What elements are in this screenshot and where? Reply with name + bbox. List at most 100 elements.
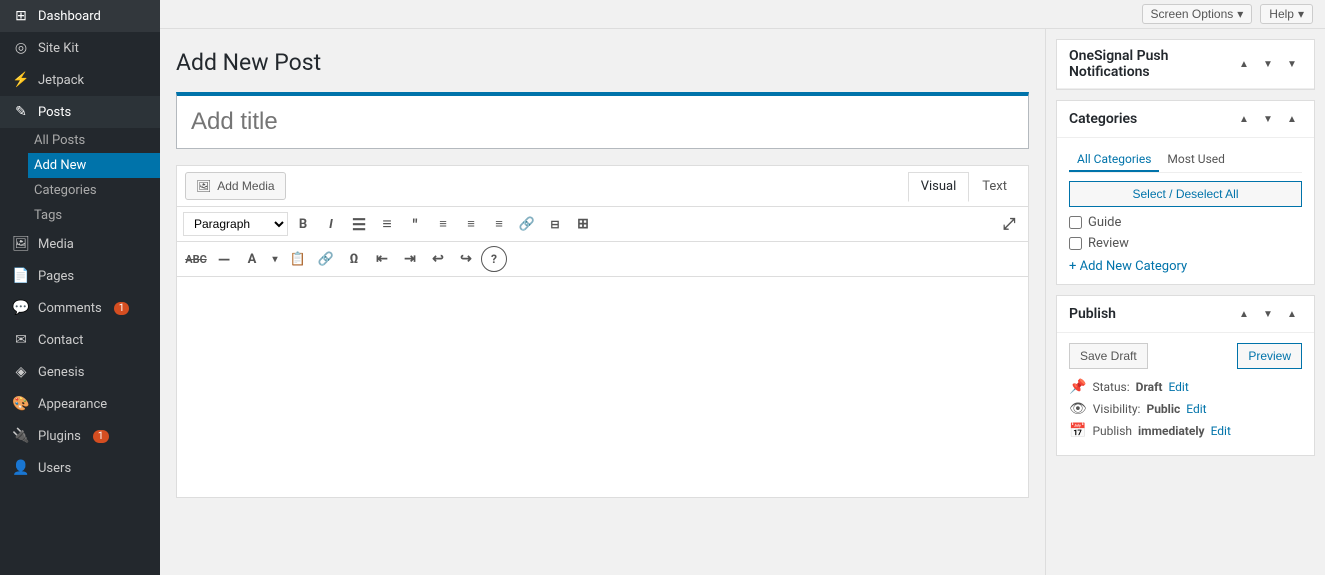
publish-edit-link[interactable]: Edit [1211, 424, 1231, 438]
unlink-button[interactable]: ⊟ [542, 211, 568, 237]
paste-as-text-button[interactable]: 📋 [285, 246, 311, 272]
clear-formatting-button[interactable]: 🔗 [313, 246, 339, 272]
blockquote-button[interactable]: " [402, 211, 428, 237]
sidebar-item-label: Plugins [38, 429, 81, 444]
help-button[interactable]: Help ▾ [1260, 4, 1313, 24]
sidebar-item-add-new[interactable]: Add New [28, 153, 160, 178]
sidebar-item-jetpack[interactable]: ⚡ Jetpack [0, 64, 160, 96]
add-media-button[interactable]: 🖼 Add Media [185, 172, 286, 200]
sidebar-item-contact[interactable]: ✉ Contact [0, 324, 160, 356]
tab-visual[interactable]: Visual [908, 172, 970, 202]
link-button[interactable]: 🔗 [514, 211, 540, 237]
visibility-value: Public [1146, 402, 1180, 416]
publish-up-button[interactable]: ▲ [1234, 304, 1254, 324]
sidebar-item-pages[interactable]: 📄 Pages [0, 260, 160, 292]
bold-button[interactable]: B [290, 211, 316, 237]
jetpack-icon: ⚡ [12, 72, 30, 88]
visibility-icon: 👁 [1069, 401, 1087, 417]
preview-button[interactable]: Preview [1237, 343, 1302, 369]
publish-controls: ▲ ▼ ▲ [1234, 304, 1302, 324]
sidebar-item-all-posts[interactable]: All Posts [28, 128, 160, 153]
tab-most-used[interactable]: Most Used [1159, 148, 1233, 172]
status-value: Draft [1136, 380, 1163, 394]
help-chevron-icon: ▾ [1298, 7, 1304, 21]
pages-icon: 📄 [12, 268, 30, 284]
categories-toggle-button[interactable]: ▲ [1282, 109, 1302, 129]
appearance-icon: 🎨 [12, 396, 30, 412]
sidebar-item-site-kit[interactable]: ◎ Site Kit [0, 32, 160, 64]
cat-tabs: All Categories Most Used [1069, 148, 1302, 173]
redo-button[interactable]: ↪ [453, 246, 479, 272]
onesignal-toggle-button[interactable]: ▼ [1282, 54, 1302, 74]
onesignal-metabox-header[interactable]: OneSignal Push Notifications ▲ ▼ ▼ [1057, 40, 1314, 89]
align-center-button[interactable]: ≡ [458, 211, 484, 237]
tab-text[interactable]: Text [969, 172, 1020, 201]
category-label-guide: Guide [1088, 215, 1121, 230]
special-chars-button[interactable]: Ω [341, 246, 367, 272]
text-color-dropdown[interactable]: ▾ [267, 246, 283, 272]
users-icon: 👤 [12, 460, 30, 476]
text-color-button[interactable]: A [239, 246, 265, 272]
unordered-list-button[interactable]: ☰ [346, 211, 372, 237]
categories-up-button[interactable]: ▲ [1234, 109, 1254, 129]
categories-label: Categories [34, 183, 97, 198]
sidebar-item-comments[interactable]: 💬 Comments 1 [0, 292, 160, 324]
sidebar-item-genesis[interactable]: ◈ Genesis [0, 356, 160, 388]
categories-title: Categories [1069, 111, 1137, 127]
content-area: Add New Post 🖼 Add Media Visual Te [160, 29, 1325, 575]
status-edit-link[interactable]: Edit [1168, 380, 1188, 394]
editor-body[interactable] [177, 277, 1028, 497]
indent-button[interactable]: ⇥ [397, 246, 423, 272]
sidebar-item-plugins[interactable]: 🔌 Plugins 1 [0, 420, 160, 452]
onesignal-metabox: OneSignal Push Notifications ▲ ▼ ▼ [1056, 39, 1315, 90]
strikethrough-button[interactable]: ABC [183, 246, 209, 272]
publish-label: Publish [1092, 424, 1132, 438]
fullscreen-button[interactable]: ⤢ [996, 211, 1022, 237]
categories-down-button[interactable]: ▼ [1258, 109, 1278, 129]
help-toolbar-button[interactable]: ? [481, 246, 507, 272]
publish-toggle-button[interactable]: ▲ [1282, 304, 1302, 324]
tab-all-categories[interactable]: All Categories [1069, 148, 1159, 172]
plugins-icon: 🔌 [12, 428, 30, 444]
category-checkbox-guide[interactable] [1069, 216, 1082, 229]
table-button[interactable]: ⊞ [570, 211, 596, 237]
visibility-edit-link[interactable]: Edit [1186, 402, 1206, 416]
italic-button[interactable]: I [318, 211, 344, 237]
sidebar-item-users[interactable]: 👤 Users [0, 452, 160, 484]
hr-button[interactable]: — [211, 246, 237, 272]
post-title-input[interactable] [176, 92, 1029, 149]
editor-top-tabs: 🖼 Add Media Visual Text [177, 166, 1028, 207]
publish-metabox-header[interactable]: Publish ▲ ▼ ▲ [1057, 296, 1314, 333]
category-checkbox-review[interactable] [1069, 237, 1082, 250]
undo-button[interactable]: ↩ [425, 246, 451, 272]
contact-icon: ✉ [12, 332, 30, 348]
select-deselect-all-button[interactable]: Select / Deselect All [1069, 181, 1302, 207]
paragraph-select[interactable]: Paragraph [183, 212, 288, 236]
onesignal-down-button[interactable]: ▼ [1258, 54, 1278, 74]
sidebar-item-tags[interactable]: Tags [28, 203, 160, 228]
sidebar-item-appearance[interactable]: 🎨 Appearance [0, 388, 160, 420]
save-draft-button[interactable]: Save Draft [1069, 343, 1148, 369]
main-area: Screen Options ▾ Help ▾ Add New Post 🖼 A… [160, 0, 1325, 575]
editor-area: Add New Post 🖼 Add Media Visual Te [160, 29, 1045, 575]
align-left-button[interactable]: ≡ [430, 211, 456, 237]
outdent-button[interactable]: ⇤ [369, 246, 395, 272]
sidebar-item-media[interactable]: 🖼 Media [0, 228, 160, 260]
publish-down-button[interactable]: ▼ [1258, 304, 1278, 324]
sidebar-item-label: Posts [38, 105, 71, 120]
tab-text-label: Text [982, 179, 1007, 194]
sidebar-item-dashboard[interactable]: ⊞ Dashboard [0, 0, 160, 32]
categories-metabox-header[interactable]: Categories ▲ ▼ ▲ [1057, 101, 1314, 138]
onesignal-up-button[interactable]: ▲ [1234, 54, 1254, 74]
sidebar-item-categories[interactable]: Categories [28, 178, 160, 203]
publish-content: Save Draft Preview 📌 Status: Draft Edit … [1057, 333, 1314, 455]
publish-metabox: Publish ▲ ▼ ▲ Save Draft Preview 📌 Statu… [1056, 295, 1315, 456]
sidebar-item-posts[interactable]: ✎ Posts [0, 96, 160, 128]
ordered-list-button[interactable]: ≡ [374, 211, 400, 237]
onesignal-title: OneSignal Push Notifications [1069, 48, 1234, 80]
align-right-button[interactable]: ≡ [486, 211, 512, 237]
add-new-category-link[interactable]: + Add New Category [1069, 259, 1302, 274]
site-kit-icon: ◎ [12, 40, 30, 56]
screen-options-button[interactable]: Screen Options ▾ [1142, 4, 1253, 24]
screen-options-chevron-icon: ▾ [1237, 7, 1243, 21]
